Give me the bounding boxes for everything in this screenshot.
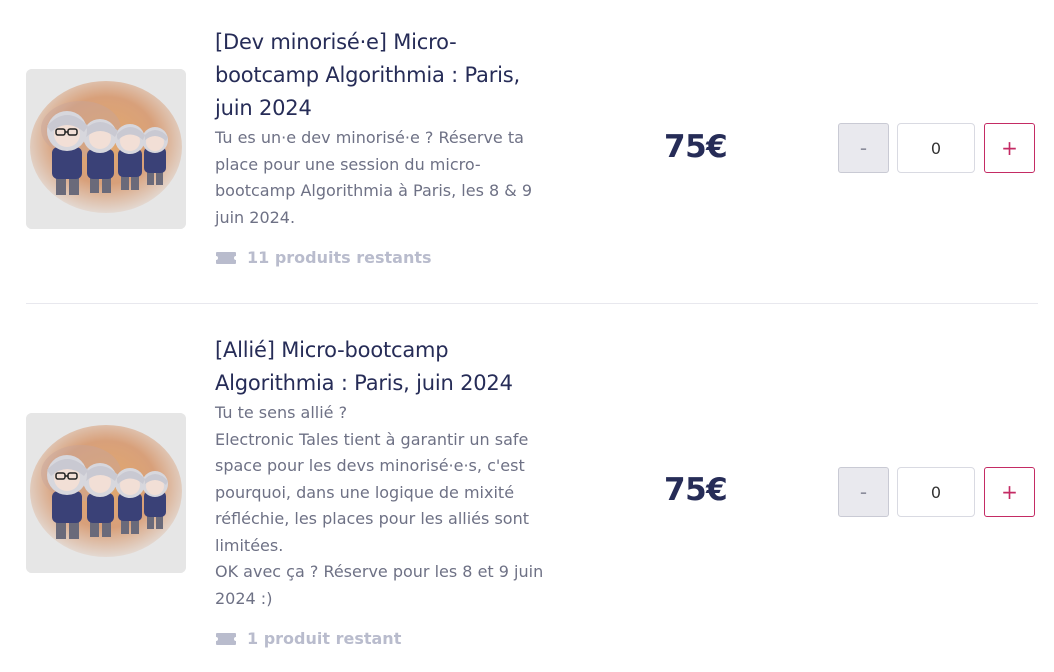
- product-title: [Dev minorisé·e] Micro-bootcamp Algorith…: [215, 30, 520, 120]
- product-image: [26, 69, 186, 229]
- stock-label: 11 produits restants: [247, 248, 432, 267]
- ticket-icon: [216, 632, 236, 645]
- product-item: [Dev minorisé·e] Micro-bootcamp Algorith…: [0, 0, 1054, 303]
- stock-info: 1 produit restant: [215, 629, 555, 648]
- stock-label: 1 produit restant: [247, 629, 402, 648]
- quantity-stepper: - +: [838, 123, 1035, 173]
- product-list: [Dev minorisé·e] Micro-bootcamp Algorith…: [0, 0, 1054, 672]
- product-price: 75€: [664, 472, 728, 508]
- increment-button[interactable]: +: [984, 123, 1035, 173]
- decrement-button[interactable]: -: [838, 467, 889, 517]
- product-info: [Dev minorisé·e] Micro-bootcamp Algorith…: [215, 26, 555, 267]
- quantity-stepper: - +: [838, 467, 1035, 517]
- product-price: 75€: [664, 129, 728, 165]
- product-description: Tu te sens allié ? Electronic Tales tien…: [215, 403, 544, 608]
- ticket-icon: [216, 251, 236, 264]
- product-item: [Allié] Micro-bootcamp Algorithmia : Par…: [0, 304, 1054, 672]
- product-image: [26, 413, 186, 573]
- product-title: [Allié] Micro-bootcamp Algorithmia : Par…: [215, 338, 513, 395]
- increment-button[interactable]: +: [984, 467, 1035, 517]
- product-description: Tu es un·e dev minorisé·e ? Réserve ta p…: [215, 128, 533, 227]
- quantity-input[interactable]: [897, 123, 975, 173]
- decrement-button[interactable]: -: [838, 123, 889, 173]
- stock-info: 11 produits restants: [215, 248, 555, 267]
- dolls-illustration-icon: [26, 69, 186, 229]
- dolls-illustration-icon: [26, 413, 186, 573]
- quantity-input[interactable]: [897, 467, 975, 517]
- product-info: [Allié] Micro-bootcamp Algorithmia : Par…: [215, 334, 555, 648]
